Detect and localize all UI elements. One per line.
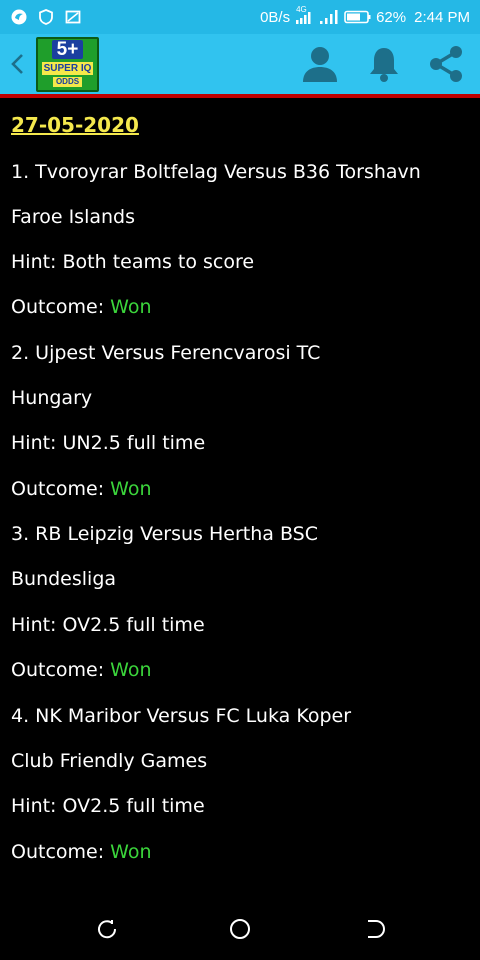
match-2-outcome: Outcome: Won (11, 478, 152, 500)
screenshot-icon (65, 10, 81, 24)
cellular-signal-icon: 4G (294, 5, 314, 26)
battery-icon (344, 10, 371, 24)
match-4-outcome: Outcome: Won (11, 841, 152, 863)
match-3-hint: Hint: OV2.5 full time (11, 614, 205, 636)
app-bar-divider (0, 94, 480, 98)
match-1-title: 1. Tvoroyrar Boltfelag Versus B36 Torsha… (11, 161, 421, 183)
match-1-outcome: Outcome: Won (11, 296, 152, 318)
match-4-hint: Hint: OV2.5 full time (11, 795, 205, 817)
outcome-label: Outcome: (11, 841, 111, 863)
outcome-label: Outcome: (11, 296, 111, 318)
match-2-title: 2. Ujpest Versus Ferencvarosi TC (11, 342, 321, 364)
app-logo: 5+ SUPER IQ ODDS (36, 37, 99, 92)
match-1-league: Faroe Islands (11, 206, 136, 228)
app-bar: 5+ SUPER IQ ODDS (0, 34, 480, 98)
share-icon[interactable] (426, 44, 466, 84)
match-2-hint: Hint: UN2.5 full time (11, 432, 206, 454)
tips-date: 27-05-2020 (11, 113, 139, 137)
back-icon[interactable] (8, 50, 28, 78)
outcome-value: Won (110, 659, 152, 681)
outcome-value: Won (110, 841, 152, 863)
logo-line1: 5+ (51, 40, 84, 59)
signal-icon (320, 10, 338, 24)
home-icon[interactable] (228, 917, 252, 941)
match-3-outcome: Outcome: Won (11, 659, 152, 681)
system-nav-bar (0, 905, 480, 950)
person-icon[interactable] (300, 44, 340, 84)
recent-apps-icon[interactable] (95, 917, 119, 941)
logo-line3: ODDS (52, 77, 83, 87)
shield-icon (39, 9, 53, 25)
network-speed: 0B/s (260, 8, 291, 26)
match-3-league: Bundesliga (11, 568, 117, 590)
match-4-title: 4. NK Maribor Versus FC Luka Koper (11, 705, 352, 727)
match-3-title: 3. RB Leipzig Versus Hertha BSC (11, 523, 318, 545)
bell-icon[interactable] (364, 44, 404, 84)
match-1-hint: Hint: Both teams to score (11, 251, 255, 273)
outcome-label: Outcome: (11, 478, 111, 500)
match-4-league: Club Friendly Games (11, 750, 208, 772)
status-bar: 0B/s 4G 62% 2:44 PM (0, 0, 480, 34)
back-nav-icon[interactable] (362, 917, 386, 941)
browser-icon (11, 9, 27, 25)
outcome-label: Outcome: (11, 659, 111, 681)
battery-level: 62% (376, 8, 407, 26)
match-2-league: Hungary (11, 387, 93, 409)
clock: 2:44 PM (414, 8, 470, 26)
outcome-value: Won (110, 478, 152, 500)
logo-line2: SUPER IQ (41, 62, 94, 75)
outcome-value: Won (110, 296, 152, 318)
